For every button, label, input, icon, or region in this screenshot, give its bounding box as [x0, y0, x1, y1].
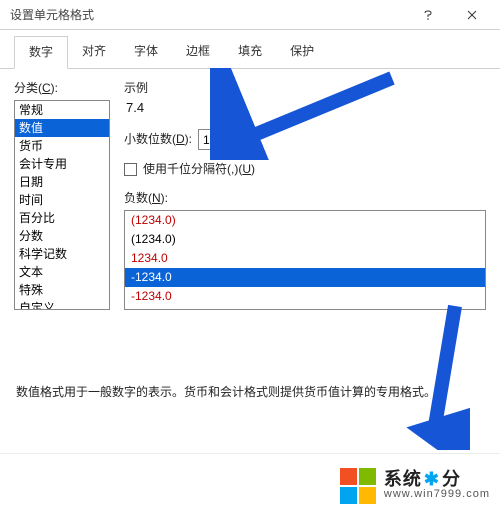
neg-option[interactable]: (1234.0) [125, 211, 485, 230]
tab-strip: 数字 对齐 字体 边框 填充 保护 [0, 30, 500, 69]
watermark: 系统✱分 www.win7999.com [0, 453, 500, 517]
watermark-title: 系统✱分 [384, 470, 490, 489]
window-title: 设置单元格格式 [10, 6, 94, 23]
format-hint: 数值格式用于一般数字的表示。货币和会计格式则提供货币值计算的专用格式。 [0, 383, 500, 400]
tab-number[interactable]: 数字 [14, 36, 68, 69]
decimal-label: 小数位数(D): [124, 130, 192, 147]
tab-alignment[interactable]: 对齐 [68, 36, 120, 68]
negative-list[interactable]: (1234.0) (1234.0) 1234.0 -1234.0 -1234.0 [124, 210, 486, 310]
neg-option[interactable]: (1234.0) [125, 230, 485, 249]
cat-special[interactable]: 特殊 [15, 281, 109, 299]
cat-percent[interactable]: 百分比 [15, 209, 109, 227]
neg-option[interactable]: -1234.0 [125, 287, 485, 306]
cat-fraction[interactable]: 分数 [15, 227, 109, 245]
cat-sci[interactable]: 科学记数 [15, 245, 109, 263]
negative-label: 负数(N): [124, 189, 486, 206]
neg-option[interactable]: 1234.0 [125, 249, 485, 268]
example-value: 7.4 [126, 100, 486, 115]
neg-option[interactable]: -1234.0 [125, 268, 485, 287]
spin-up[interactable] [236, 130, 251, 140]
tab-fill[interactable]: 填充 [224, 36, 276, 68]
decimal-spinner[interactable] [198, 129, 252, 150]
cat-text[interactable]: 文本 [15, 263, 109, 281]
cat-currency[interactable]: 货币 [15, 137, 109, 155]
cat-accounting[interactable]: 会计专用 [15, 155, 109, 173]
close-button[interactable] [452, 2, 492, 28]
tab-border[interactable]: 边框 [172, 36, 224, 68]
example-label: 示例 [124, 79, 486, 96]
tab-font[interactable]: 字体 [120, 36, 172, 68]
cat-time[interactable]: 时间 [15, 191, 109, 209]
decimal-input[interactable] [199, 130, 235, 149]
tab-protect[interactable]: 保护 [276, 36, 328, 68]
spin-down[interactable] [236, 140, 251, 150]
cat-date[interactable]: 日期 [15, 173, 109, 191]
category-list[interactable]: 常规 数值 货币 会计专用 日期 时间 百分比 分数 科学记数 文本 特殊 自定… [14, 100, 110, 310]
category-label: 分类(C): [14, 79, 110, 96]
titlebar: 设置单元格格式 [0, 0, 500, 30]
ms-logo-icon [340, 468, 376, 504]
thousand-sep-label: 使用千位分隔符(,)(U) [143, 160, 255, 177]
cat-general[interactable]: 常规 [15, 101, 109, 119]
watermark-url: www.win7999.com [384, 489, 490, 501]
cat-number[interactable]: 数值 [15, 119, 109, 137]
cat-custom[interactable]: 自定义 [15, 299, 109, 310]
help-button[interactable] [408, 2, 448, 28]
thousand-sep-checkbox[interactable] [124, 163, 137, 176]
annotation-arrow-icon [400, 300, 470, 450]
